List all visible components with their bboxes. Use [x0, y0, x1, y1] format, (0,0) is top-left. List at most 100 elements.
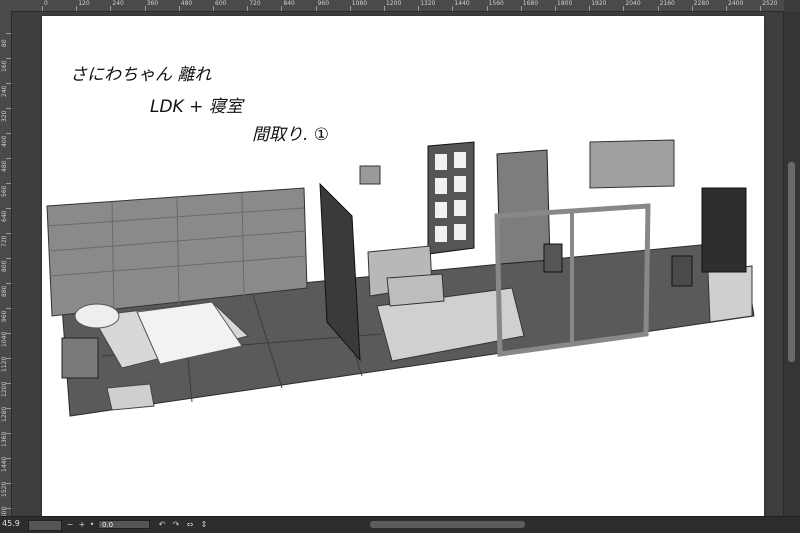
ruler-label: 1520	[1, 481, 8, 497]
ruler-label: 2520	[762, 0, 778, 7]
ruler-label: 2400	[728, 0, 744, 7]
wall-window	[359, 165, 381, 185]
ruler-tick	[247, 6, 249, 11]
rotation-angle-field[interactable]: 0.0	[98, 520, 150, 529]
ruler-tick	[6, 183, 11, 184]
ruler-label: 720	[249, 0, 261, 7]
ruler-label: 720	[1, 235, 8, 247]
ruler-label: 240	[1, 85, 8, 97]
zoom-slider[interactable]	[28, 520, 62, 531]
ruler-tick	[691, 6, 693, 11]
ruler-tick	[6, 308, 11, 309]
ruler-label: 640	[1, 210, 8, 222]
ruler-tick	[315, 6, 317, 11]
ruler-tick	[384, 6, 385, 11]
horizontal-scroll-thumb[interactable]	[370, 521, 525, 528]
ruler-tick	[42, 6, 43, 11]
ruler-label: 1440	[1, 456, 8, 472]
ruler-tick	[281, 6, 283, 11]
ruler-label: 800	[1, 260, 8, 272]
ruler-label: 1280	[1, 406, 8, 422]
ruler-label: 2040	[625, 0, 641, 7]
ruler-label: 960	[317, 0, 330, 7]
ruler-label: 480	[180, 0, 193, 7]
ruler-tick	[6, 58, 11, 59]
ruler-label: 1800	[557, 0, 573, 7]
ruler-tick	[6, 283, 11, 284]
ruler-label: 840	[283, 0, 295, 7]
zoom-value: 45.9	[2, 519, 20, 528]
ruler-tick	[6, 208, 11, 209]
status-bar: 45.9 − + • 0.0 ↶ ↷ ⇔ ⇕	[0, 516, 800, 533]
flip-horizontal-icon[interactable]: ⇔	[184, 519, 196, 530]
ruler-tick	[520, 6, 522, 11]
ruler-label: 480	[1, 160, 8, 172]
rotate-right-icon[interactable]: ↷	[170, 519, 182, 530]
floor-cushion	[106, 383, 155, 411]
rotate-left-icon[interactable]: ↶	[156, 519, 168, 530]
ruler-label: 1920	[591, 0, 607, 7]
ruler-label: 1440	[454, 0, 470, 7]
ruler-tick	[657, 6, 659, 11]
ruler-tick	[418, 6, 420, 11]
reset-view-icon[interactable]: •	[86, 519, 98, 530]
canvas-workarea[interactable]: さにわちゃん 離れ LDK + 寝室 間取り. ①	[12, 12, 784, 523]
floorplan-3d-render	[46, 139, 755, 417]
flip-vertical-icon[interactable]: ⇕	[198, 519, 210, 530]
office-chair	[671, 255, 693, 287]
ruler-tick	[486, 6, 488, 11]
ruler-label: 360	[146, 0, 159, 7]
pillow	[74, 303, 120, 329]
kitchen-cabinet	[496, 149, 551, 265]
ruler-label: 600	[215, 0, 227, 7]
ruler-tick	[213, 6, 214, 11]
ruler-label: 320	[1, 110, 8, 122]
ruler-label: 1360	[1, 431, 8, 447]
ruler-tick	[76, 6, 78, 11]
ruler-tick	[110, 6, 112, 11]
study-desk	[707, 265, 753, 323]
ruler-label: 1120	[1, 356, 8, 372]
bedroom-chair	[61, 337, 99, 379]
ruler-label: 2280	[693, 0, 710, 7]
ruler-label: 1560	[488, 0, 504, 7]
dining-chair	[543, 243, 563, 273]
ruler-tick	[452, 6, 454, 11]
bookshelf	[701, 187, 747, 273]
ruler-label: 960	[1, 310, 8, 322]
ruler-tick	[6, 33, 11, 34]
ruler-label: 1200	[1, 381, 8, 397]
coffee-table	[386, 273, 445, 307]
ruler-label: 1080	[351, 0, 368, 7]
ruler-label: 160	[1, 60, 8, 72]
ruler-tick	[6, 258, 11, 259]
ruler-label: 1040	[1, 331, 8, 347]
zoom-out-icon[interactable]: −	[64, 519, 76, 530]
horizontal-ruler: 0 120 240 360 480 600 720 840 960 1080 1200 1320 144…	[0, 0, 784, 12]
ruler-tick	[6, 108, 11, 109]
ruler-tick	[6, 158, 11, 159]
ruler-tick	[6, 83, 11, 84]
drawing-canvas[interactable]: さにわちゃん 離れ LDK + 寝室 間取り. ①	[42, 16, 764, 523]
ruler-tick	[178, 6, 180, 11]
ruler-tick	[6, 233, 11, 234]
ruler-tick	[349, 6, 351, 11]
ruler-label: 120	[78, 0, 90, 7]
ruler-tick	[144, 6, 146, 11]
ruler-label: 400	[1, 135, 8, 147]
ruler-tick	[555, 6, 556, 11]
ruler-label: 560	[1, 185, 8, 197]
ruler-label: 2160	[659, 0, 675, 7]
vertical-ruler: 80 160 240 320 400 480 560 640 720 800 880 960 1040 1…	[0, 11, 12, 522]
ruler-tick	[623, 6, 625, 11]
ruler-tick	[589, 6, 591, 11]
vertical-scroll-thumb[interactable]	[788, 162, 795, 362]
ruler-label: 240	[112, 0, 124, 7]
ruler-label: 1320	[420, 0, 436, 7]
ruler-label: 880	[1, 285, 8, 297]
ruler-label: 80	[1, 39, 8, 47]
interior-door	[427, 141, 475, 255]
ruler-tick	[6, 133, 11, 134]
vertical-scrollbar[interactable]	[783, 12, 800, 517]
ruler-label: 1680	[522, 0, 539, 7]
